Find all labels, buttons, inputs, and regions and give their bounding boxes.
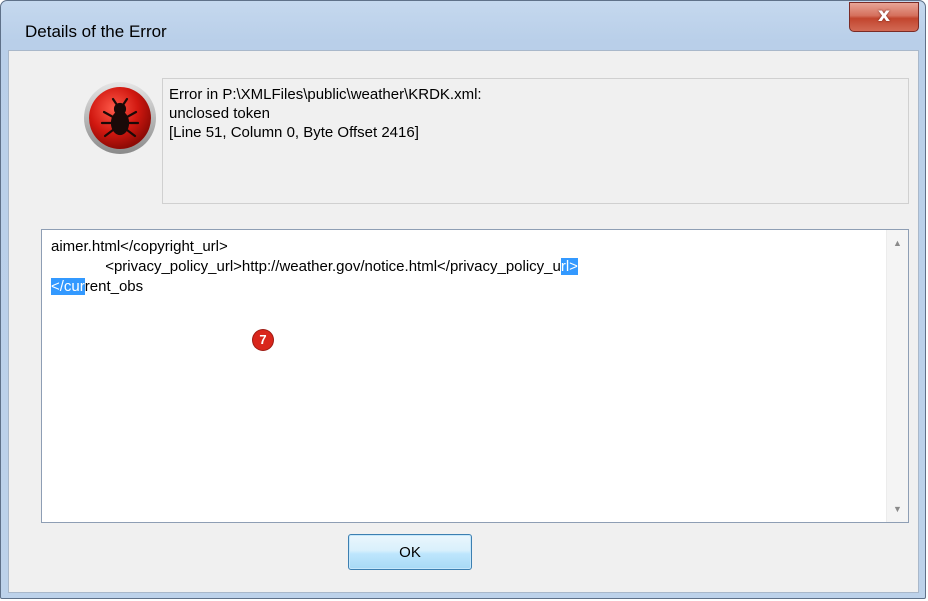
error-position-text: [Line 51, Column 0, Byte Offset 2416]	[169, 124, 419, 141]
error-location-text: Error in P:\XMLFiles\public\weather\KRDK…	[169, 86, 482, 103]
scroll-down-arrow-icon[interactable]: ▼	[887, 504, 908, 514]
window-title: Details of the Error	[25, 22, 167, 41]
selected-text-start: </cur	[51, 278, 85, 295]
details-line-2-indent	[51, 258, 105, 275]
details-line-2: <privacy_policy_url>http://weather.gov/n…	[105, 258, 561, 275]
selected-text-end: rl>	[560, 258, 578, 275]
dialog-client-area: Error in P:\XMLFiles\public\weather\KRDK…	[8, 50, 919, 593]
bug-icon	[84, 82, 156, 154]
vertical-scrollbar[interactable]: ▲ ▼	[886, 230, 908, 522]
ok-button[interactable]: OK	[348, 534, 472, 570]
error-details-dialog: Details of the Error x Error in P:\XMLFi…	[0, 0, 926, 599]
close-button[interactable]: x	[849, 2, 919, 32]
scroll-up-arrow-icon[interactable]: ▲	[887, 238, 908, 248]
details-line-1: aimer.html</copyright_url>	[51, 238, 228, 255]
error-message-box: Error in P:\XMLFiles\public\weather\KRDK…	[162, 78, 909, 204]
close-icon[interactable]: x	[850, 4, 918, 26]
details-content[interactable]: aimer.html</copyright_url> <privacy_poli…	[51, 237, 878, 297]
details-line-3: rent_obs	[84, 278, 144, 295]
error-reason-text: unclosed token	[169, 105, 270, 122]
step-number-badge: 7	[253, 330, 273, 350]
details-text-area[interactable]: aimer.html</copyright_url> <privacy_poli…	[41, 229, 909, 523]
